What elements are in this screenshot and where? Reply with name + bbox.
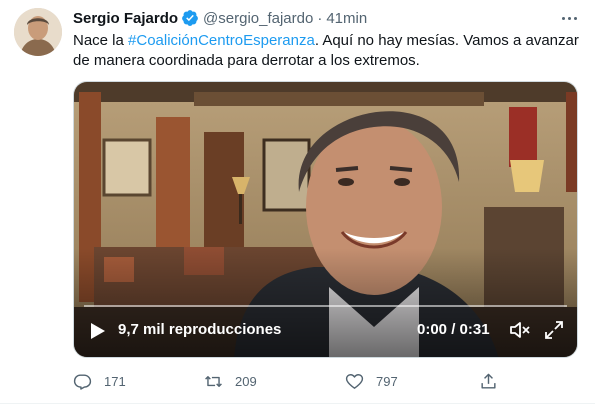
- like-count: 797: [376, 373, 398, 389]
- author-name[interactable]: Sergio Fajardo: [73, 10, 178, 27]
- view-count: 9,7 mil reproducciones: [118, 321, 282, 338]
- play-icon[interactable]: [90, 322, 106, 340]
- video-player[interactable]: 9,7 mil reproducciones 0:00 / 0:31: [73, 81, 578, 358]
- like-icon: [345, 373, 364, 389]
- reply-button[interactable]: 171: [73, 370, 126, 392]
- tweet-text: Nace la #CoaliciónCentroEsperanza. Aquí …: [73, 31, 583, 71]
- divider: [0, 403, 595, 404]
- avatar[interactable]: [14, 8, 62, 56]
- reply-icon: [73, 373, 92, 390]
- retweet-button[interactable]: 209: [204, 370, 257, 392]
- retweet-count: 209: [235, 373, 257, 389]
- tweet-text-start: Nace la: [73, 32, 129, 49]
- retweet-icon: [205, 375, 222, 387]
- share-button[interactable]: [479, 370, 498, 392]
- timestamp[interactable]: 41min: [326, 10, 367, 27]
- hashtag-link[interactable]: #CoaliciónCentroEsperanza: [128, 32, 315, 49]
- volume-icon[interactable]: [509, 320, 531, 340]
- video-controls: 9,7 mil reproducciones 0:00 / 0:31: [74, 305, 577, 357]
- reply-count: 171: [104, 373, 126, 389]
- more-options-icon[interactable]: [556, 9, 582, 27]
- tweet-actions: 171 209 797: [73, 370, 503, 392]
- tweet[interactable]: Sergio Fajardo @sergio_fajardo · 41min N…: [0, 0, 595, 407]
- verified-badge-icon: [182, 10, 198, 26]
- share-icon: [481, 373, 496, 389]
- author-handle[interactable]: @sergio_fajardo: [203, 10, 313, 27]
- tweet-header: Sergio Fajardo @sergio_fajardo · 41min: [73, 8, 367, 28]
- like-button[interactable]: 797: [345, 370, 398, 392]
- separator: ·: [317, 9, 323, 27]
- fullscreen-icon[interactable]: [544, 320, 564, 340]
- video-time: 0:00 / 0:31: [417, 321, 490, 338]
